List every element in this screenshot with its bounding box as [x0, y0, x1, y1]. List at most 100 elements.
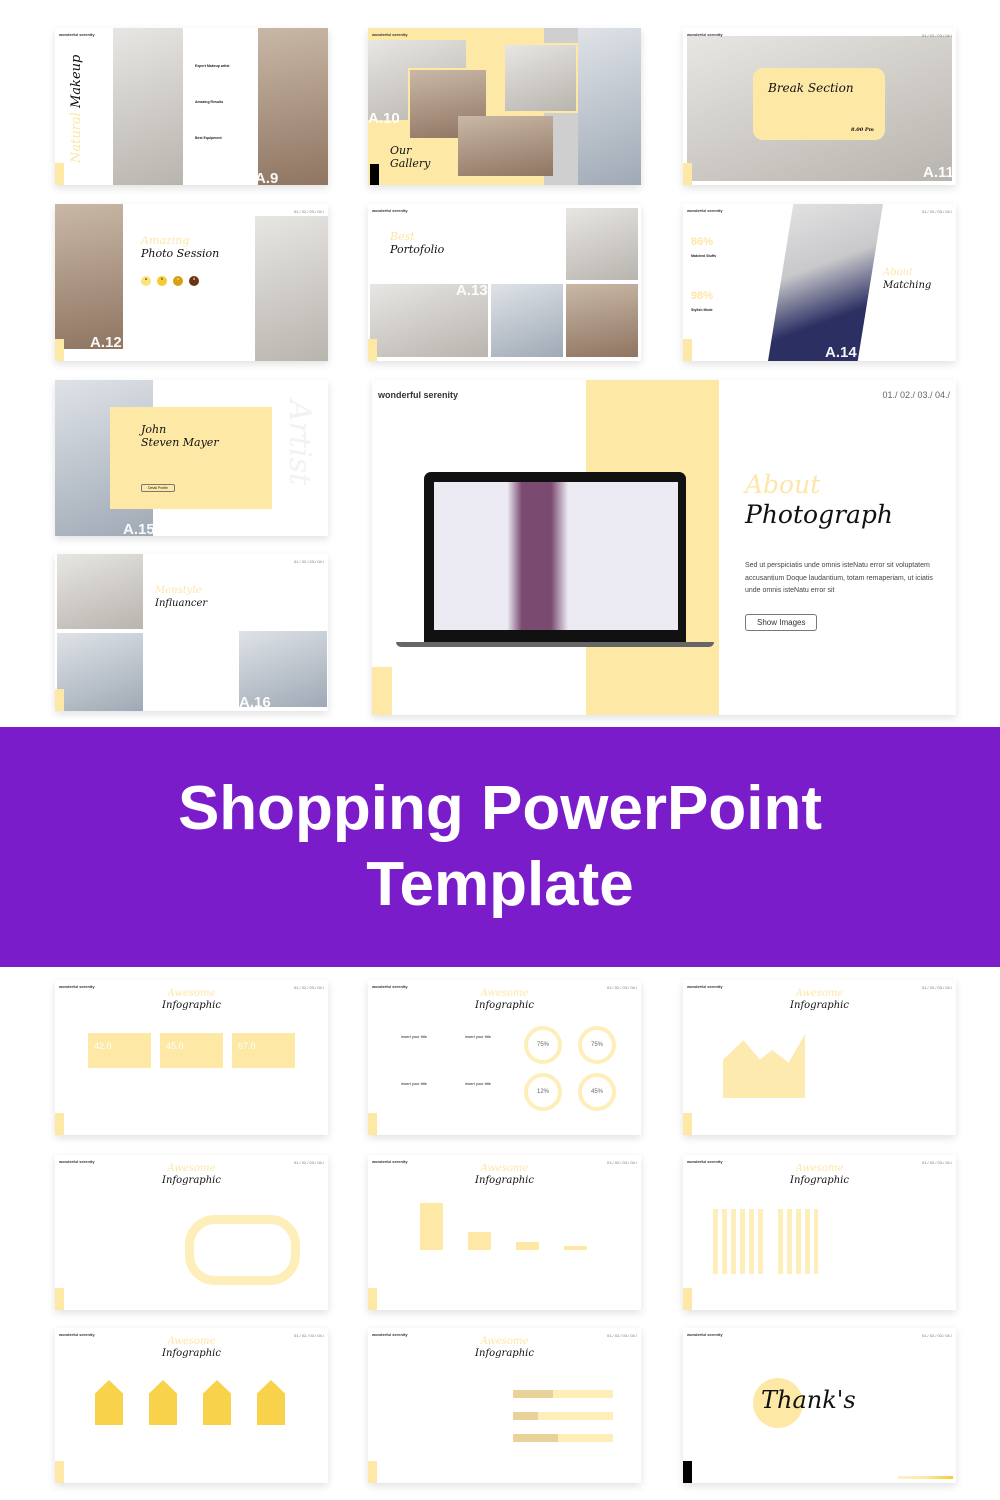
- slide-label: A.9: [255, 170, 279, 185]
- stat-label: Matched Stuffs: [691, 254, 717, 258]
- slide-featured[interactable]: wonderful serenity 01./ 02./ 03./ 04./ A…: [372, 380, 956, 715]
- progress-ring: 75%: [578, 1026, 616, 1064]
- stat-box: 42.0: [88, 1033, 151, 1068]
- brand: wonderful serenity: [687, 32, 723, 37]
- accent-bar: [683, 339, 692, 361]
- slide-a14[interactable]: wonderful serenity 01./ 02./ 03./ 04./ 8…: [683, 204, 956, 361]
- slide-title: Awesome Infographic: [162, 1163, 221, 1186]
- accent-bar: [55, 339, 64, 361]
- slide-a11[interactable]: wonderful serenity 01./ 02./ 03./ 04./ B…: [683, 28, 956, 185]
- photo: [491, 284, 563, 357]
- accent-bar: [368, 339, 377, 361]
- accent-bar: [683, 1113, 692, 1135]
- hbar: [513, 1390, 613, 1398]
- brand: wonderful serenity: [372, 208, 408, 213]
- accent-bar: [683, 163, 692, 185]
- slide-label: A.11: [923, 164, 954, 181]
- photo: [57, 633, 143, 711]
- slide-title: Awesome Infographic: [475, 1163, 534, 1186]
- body-text: Sed ut perspiciatis unde omnis isteNatu …: [745, 562, 933, 594]
- slide-infographic-bars[interactable]: wonderful serenity 01./ 02./ 03./ 04./ A…: [368, 1155, 641, 1310]
- slide-label: A.10: [368, 110, 400, 127]
- slide-infographic-boxes[interactable]: wonderful serenity 01./ 02./ 03./ 04./ A…: [55, 980, 328, 1135]
- slide-a9[interactable]: wonderful serenity Natural Makeup Expert…: [55, 28, 328, 185]
- slide-infographic-stacked[interactable]: wonderful serenity 01./ 02./ 03./ 04./ A…: [683, 1155, 956, 1310]
- slide-title: Our Gallery: [390, 144, 431, 170]
- brand: wonderful serenity: [687, 208, 723, 213]
- slide-title: Awesome Infographic: [790, 988, 849, 1011]
- slide-label: A.12: [90, 334, 122, 351]
- photo: [55, 204, 123, 349]
- house-icon: [257, 1380, 285, 1425]
- slide-a10[interactable]: wonderful serenity Our Gallery A.10: [368, 28, 641, 185]
- slide-infographic-area[interactable]: wonderful serenity 01./ 02./ 03./ 04./ A…: [683, 980, 956, 1135]
- slide-a12[interactable]: 01./ 02./ 03./ 04./ Amazing Photo Session…: [55, 204, 328, 361]
- stat-value: 98%: [691, 290, 714, 302]
- stacked-chart: [778, 1209, 818, 1274]
- accent-bar: [55, 163, 64, 185]
- accent-bar: [55, 1113, 64, 1135]
- brand: wonderful serenity: [378, 390, 459, 400]
- laptop-screen: [434, 482, 678, 630]
- bar: [468, 1232, 491, 1250]
- accent-bar: [55, 689, 64, 711]
- item: Amazing Results: [195, 100, 224, 104]
- stat-label: Stylish Mode: [691, 308, 713, 312]
- arrow-graphic: [185, 1215, 300, 1285]
- stat-box: 45.0: [160, 1033, 223, 1068]
- stat-value: 86%: [691, 236, 714, 248]
- hbar: [513, 1412, 613, 1420]
- dot: a: [141, 276, 151, 286]
- progress-ring: 75%: [524, 1026, 562, 1064]
- dot: c: [173, 276, 183, 286]
- slide-infographic-arrows[interactable]: wonderful serenity 01./ 02./ 03./ 04./ A…: [55, 1155, 328, 1310]
- slide-numbers: 01./ 02./ 03./ 04./: [921, 209, 952, 214]
- slide-numbers: 01./ 02./ 03./ 04./: [921, 1333, 952, 1338]
- slide-numbers: 01./ 02./ 03./ 04./: [921, 33, 952, 38]
- progress-ring: 45%: [578, 1073, 616, 1111]
- hbar: [513, 1434, 613, 1442]
- item-title: insert your title: [465, 1034, 492, 1039]
- photo: [113, 28, 183, 185]
- slide-thanks[interactable]: wonderful serenity 01./ 02./ 03./ 04./ T…: [683, 1328, 956, 1483]
- dot: b: [157, 276, 167, 286]
- slide-title: Best Portofolio: [390, 230, 445, 256]
- thanks-title: Thank's: [761, 1386, 856, 1414]
- photo: [255, 216, 328, 361]
- brand: wonderful serenity: [372, 32, 408, 37]
- stacked-chart: [713, 1209, 763, 1274]
- slide-infographic-houses[interactable]: wonderful serenity 01./ 02./ 03./ 04./ A…: [55, 1328, 328, 1483]
- banner-title: Shopping PowerPoint Template: [177, 774, 823, 919]
- area-chart: [723, 1034, 805, 1098]
- accent-bar: [55, 1288, 64, 1310]
- slide-title: Awesome Infographic: [162, 988, 221, 1011]
- item: Expert Makeup artist: [195, 64, 230, 68]
- accent-bar: [368, 1461, 377, 1483]
- slide-a15[interactable]: John Steven Mayer Detail Profile Artist A…: [55, 380, 328, 536]
- slide-infographic-rings[interactable]: wonderful serenity 01./ 02./ 03./ 04./ A…: [368, 980, 641, 1135]
- slide-infographic-hbars[interactable]: wonderful serenity 01./ 02./ 03./ 04./ A…: [368, 1328, 641, 1483]
- slide-label: A.16: [239, 694, 271, 711]
- slide-label: A.15: [123, 521, 155, 536]
- brand: wonderful serenity: [687, 1332, 723, 1337]
- slide-title: Awesome Infographic: [475, 988, 534, 1011]
- slide-title: About Matching: [883, 267, 932, 291]
- slide-numbers: 01./ 02./ 03./ 04./: [882, 390, 950, 400]
- photo: [768, 204, 883, 361]
- item-title: insert your title: [465, 1081, 492, 1086]
- slide-title: Amazing Photo Session: [141, 234, 220, 260]
- photo: [578, 28, 641, 185]
- item-title: insert your title: [401, 1081, 428, 1086]
- slide-numbers: 01./ 02./ 03./ 04./: [293, 559, 324, 564]
- house-icon: [149, 1380, 177, 1425]
- detail-profile-button[interactable]: Detail Profile: [141, 484, 175, 492]
- photo: [458, 116, 553, 176]
- house-icon: [95, 1380, 123, 1425]
- slide-a16[interactable]: 01./ 02./ 03./ 04./ Menstyle Influancer A…: [55, 554, 328, 711]
- accent-bar: [368, 1113, 377, 1135]
- slide-title: Awesome Infographic: [162, 1336, 221, 1359]
- accent-bar: [55, 1461, 64, 1483]
- slide-a13[interactable]: wonderful serenity Best Portofolio A.13: [368, 204, 641, 361]
- show-images-button[interactable]: Show Images: [745, 614, 818, 631]
- price: 8.00 Pm: [851, 127, 874, 133]
